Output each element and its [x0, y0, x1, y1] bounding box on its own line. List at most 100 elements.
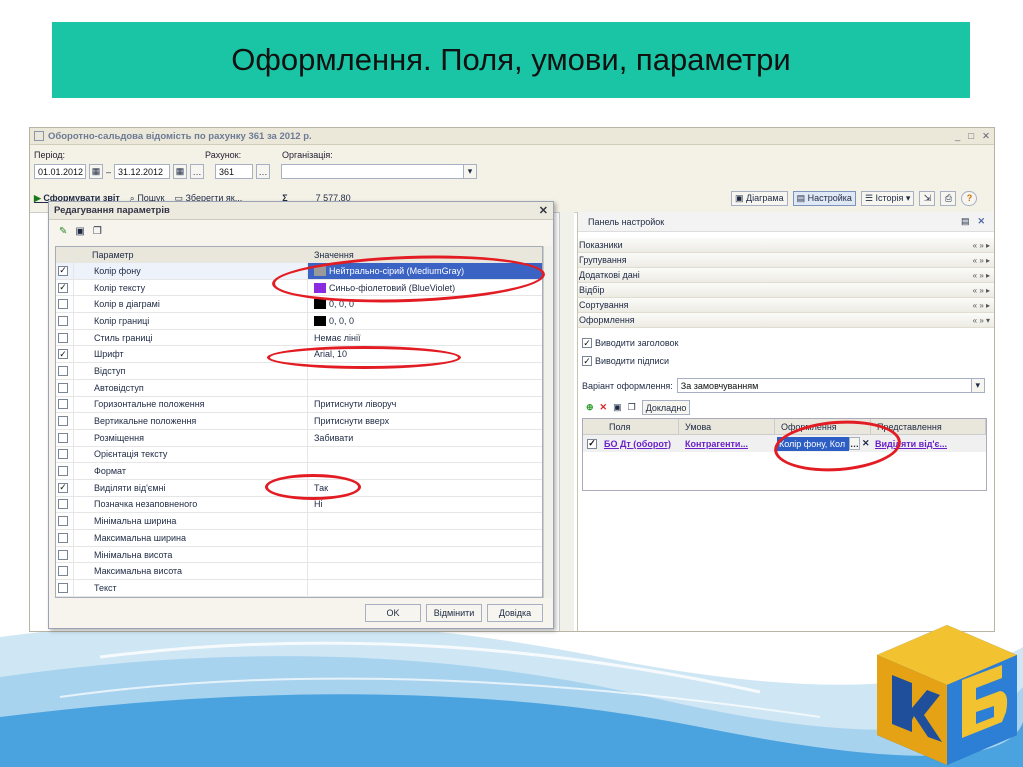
column-header-condition[interactable]: Умова: [679, 419, 775, 434]
panel-options-icon[interactable]: ▤: [961, 216, 970, 227]
parameter-row[interactable]: Розміщення Забивати: [56, 429, 542, 447]
parameter-value-cell[interactable]: Ні: [308, 497, 542, 513]
parameter-row[interactable]: Автовідступ: [56, 379, 542, 397]
parameter-row[interactable]: Орієнтація тексту: [56, 446, 542, 464]
parameter-row[interactable]: Мінімальна ширина: [56, 513, 542, 530]
parameter-checkbox[interactable]: ✓: [58, 349, 68, 360]
parameter-checkbox[interactable]: ✓: [58, 265, 68, 276]
expand-arrows-icon[interactable]: « » ▸: [973, 256, 994, 265]
show-header-option[interactable]: ✓ Виводити заголовок: [582, 334, 991, 352]
parameter-row[interactable]: Вертикальне положення Притиснути вверх: [56, 413, 542, 430]
parameter-value-cell[interactable]: 0, 0, 0: [308, 313, 542, 329]
row-enabled-checkbox[interactable]: ✓: [587, 438, 597, 449]
account-input[interactable]: 361: [215, 164, 254, 179]
panel-close-icon[interactable]: ✕: [977, 216, 985, 227]
show-signatures-option[interactable]: ✓ Виводити підписи: [582, 352, 991, 370]
print-icon[interactable]: ⎙: [940, 190, 957, 206]
collapse-arrows-icon[interactable]: « » ▾: [973, 316, 994, 325]
section-indicators[interactable]: Показники « » ▸: [578, 238, 994, 253]
parameter-value-cell[interactable]: [308, 547, 542, 563]
calendar-icon[interactable]: ▦: [89, 164, 103, 179]
show-header-checkbox[interactable]: ✓: [582, 338, 592, 348]
calendar-icon[interactable]: ▦: [173, 164, 188, 179]
settings-button[interactable]: ▤ Настройка: [792, 190, 856, 206]
organization-input[interactable]: [281, 164, 466, 179]
chart-button[interactable]: ▣ Діаграма: [731, 190, 788, 206]
parameter-value-cell[interactable]: [308, 447, 542, 463]
maximize-icon[interactable]: □: [968, 131, 974, 142]
date-to-input[interactable]: 31.12.2012: [114, 164, 171, 179]
parameter-row[interactable]: Максимальна висота: [56, 563, 542, 581]
section-sorting[interactable]: Сортування « » ▸: [578, 298, 994, 313]
parameter-value-cell[interactable]: [308, 380, 542, 396]
chevron-down-icon[interactable]: ▾: [463, 164, 478, 179]
parameter-checkbox[interactable]: [58, 449, 68, 460]
parameter-row[interactable]: Мінімальна висота: [56, 546, 542, 564]
minimize-icon[interactable]: _: [955, 131, 960, 142]
help-dialog-button[interactable]: Довідка: [487, 604, 543, 622]
date-from-input[interactable]: 01.01.2012: [34, 164, 86, 179]
parameter-checkbox[interactable]: [58, 499, 68, 510]
report-scrollbar[interactable]: [559, 212, 574, 631]
parameter-value-cell[interactable]: [308, 513, 542, 529]
expand-arrows-icon[interactable]: « » ▸: [973, 301, 994, 310]
parameter-value-cell[interactable]: Немає лінії: [308, 330, 542, 346]
section-design[interactable]: Оформлення « » ▾: [578, 313, 994, 328]
parameter-value-cell[interactable]: [308, 530, 542, 546]
section-additional-data[interactable]: Додаткові дані « » ▸: [578, 268, 994, 283]
cancel-button[interactable]: Відмінити: [426, 604, 482, 622]
parameter-row[interactable]: Колір границі 0, 0, 0: [56, 313, 542, 330]
duplicate-icon[interactable]: ❐: [628, 402, 636, 413]
export-icon[interactable]: ⇲: [919, 190, 936, 206]
dialog-scrollbar[interactable]: [543, 246, 552, 598]
ok-button[interactable]: OK: [365, 604, 421, 622]
copy-icon[interactable]: ▣: [613, 402, 622, 413]
parameter-value-cell[interactable]: Забивати: [308, 430, 542, 446]
parameter-checkbox[interactable]: [58, 416, 68, 427]
parameter-checkbox[interactable]: [58, 399, 68, 410]
field-cell[interactable]: БО Дт (оборот): [604, 439, 671, 449]
copy-icon[interactable]: ▣: [75, 226, 84, 237]
parameter-row[interactable]: Горизонтальне положення Притиснути лівору…: [56, 396, 542, 414]
expand-arrows-icon[interactable]: « » ▸: [973, 241, 994, 250]
section-filter[interactable]: Відбір « » ▸: [578, 283, 994, 298]
column-header-fields[interactable]: Поля: [583, 419, 679, 434]
parameter-checkbox[interactable]: [58, 382, 68, 393]
duplicate-icon[interactable]: ❐: [93, 226, 102, 237]
parameter-checkbox[interactable]: [58, 332, 68, 343]
variant-select[interactable]: За замовчуванням: [676, 378, 972, 393]
parameter-checkbox[interactable]: [58, 516, 68, 527]
condition-cell[interactable]: Контрагенти...: [679, 439, 775, 449]
show-signatures-checkbox[interactable]: ✓: [582, 356, 592, 366]
parameter-row[interactable]: Текст: [56, 580, 542, 597]
parameter-checkbox[interactable]: [58, 432, 68, 443]
parameter-checkbox[interactable]: [58, 299, 68, 310]
details-button[interactable]: Докладно: [641, 400, 691, 415]
add-icon[interactable]: ⊕: [586, 402, 594, 413]
parameter-checkbox[interactable]: ✓: [58, 482, 68, 493]
parameter-value-cell[interactable]: Притиснути вверх: [308, 413, 542, 429]
expand-arrows-icon[interactable]: « » ▸: [973, 286, 994, 295]
parameter-checkbox[interactable]: [58, 315, 68, 326]
parameter-value-cell[interactable]: Притиснути ліворуч: [308, 397, 542, 413]
history-button[interactable]: ☰ Історія ▾: [860, 190, 915, 206]
delete-icon[interactable]: ✕: [600, 402, 608, 413]
parameter-checkbox[interactable]: [58, 365, 68, 376]
expand-arrows-icon[interactable]: « » ▸: [973, 271, 994, 280]
parameter-checkbox[interactable]: [58, 566, 68, 577]
parameter-row[interactable]: Стиль границі Немає лінії: [56, 329, 542, 347]
column-header-parameter[interactable]: Параметр: [74, 247, 308, 262]
section-grouping[interactable]: Групування « » ▸: [578, 253, 994, 268]
close-icon[interactable]: ✕: [982, 131, 990, 142]
parameter-value-cell[interactable]: [308, 563, 542, 579]
parameter-row[interactable]: Максимальна ширина: [56, 530, 542, 547]
parameter-checkbox[interactable]: [58, 582, 68, 593]
period-select-button[interactable]: …: [190, 164, 205, 179]
dialog-close-icon[interactable]: ✕: [539, 204, 548, 217]
parameter-row[interactable]: Колір в діаграмі 0, 0, 0: [56, 296, 542, 314]
chevron-down-icon[interactable]: ▾: [970, 378, 985, 393]
edit-icon[interactable]: ✎: [59, 226, 67, 237]
parameter-checkbox[interactable]: [58, 549, 68, 560]
parameter-value-cell[interactable]: [308, 580, 542, 596]
parameter-checkbox[interactable]: [58, 466, 68, 477]
